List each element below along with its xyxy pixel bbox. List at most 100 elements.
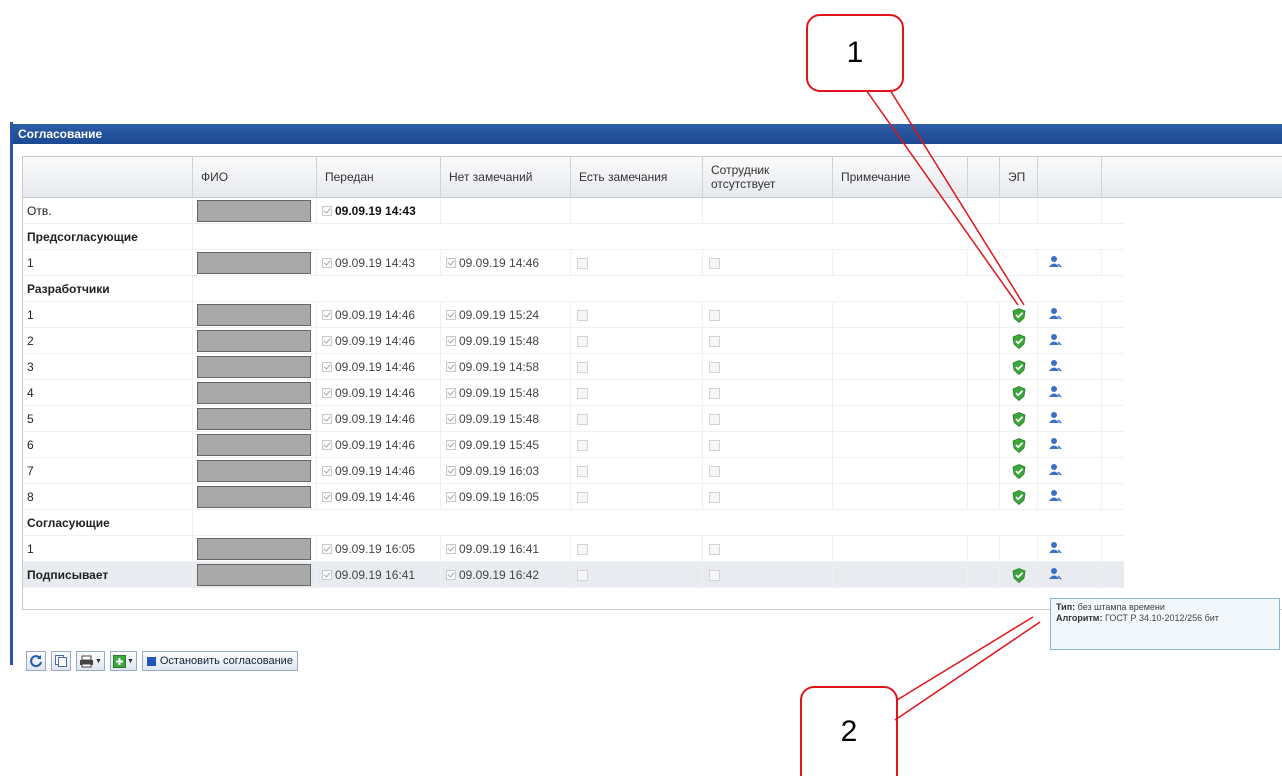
user-icon[interactable]	[1048, 385, 1062, 401]
signature-shield-icon[interactable]	[1012, 307, 1026, 323]
has-remarks-checkbox[interactable]	[577, 465, 588, 477]
table-row[interactable]: 6 09.09.19 14:46 09.09.19 15:45	[23, 432, 1124, 458]
absent-checkbox[interactable]	[709, 413, 720, 425]
user-icon[interactable]	[1048, 255, 1062, 271]
no-remarks-value: 09.09.19 16:03	[459, 464, 540, 478]
has-remarks-checkbox[interactable]	[577, 543, 588, 555]
fio-cell	[193, 458, 317, 484]
has-remarks-cell	[571, 458, 703, 484]
refresh-button[interactable]	[26, 651, 46, 671]
fio-redacted	[197, 382, 311, 404]
check-icon	[322, 258, 332, 268]
has-remarks-checkbox[interactable]	[577, 257, 588, 269]
has-remarks-checkbox[interactable]	[577, 387, 588, 399]
table-row[interactable]: Отв. 09.09.19 14:43	[23, 198, 1124, 224]
ep-cell	[1000, 302, 1038, 328]
header-absent[interactable]: Сотрудник отсутствует	[703, 157, 833, 197]
absent-checkbox[interactable]	[709, 309, 720, 321]
user-icon[interactable]	[1048, 489, 1062, 505]
absent-checkbox[interactable]	[709, 335, 720, 347]
check-icon	[446, 414, 456, 424]
table-row[interactable]: Подписывает 09.09.19 16:41 09.09.19 16:42	[23, 562, 1124, 588]
has-remarks-checkbox[interactable]	[577, 491, 588, 503]
fio-cell	[193, 328, 317, 354]
sent-cell: 09.09.19 14:43	[317, 250, 441, 276]
user-icon[interactable]	[1048, 307, 1062, 323]
absent-cell	[703, 302, 833, 328]
header-note[interactable]: Примечание	[833, 157, 968, 197]
header-sent[interactable]: Передан	[317, 157, 441, 197]
signature-shield-icon[interactable]	[1012, 489, 1026, 505]
user-icon[interactable]	[1048, 437, 1062, 453]
table-row[interactable]: 1 09.09.19 14:46 09.09.19 15:24	[23, 302, 1124, 328]
check-icon	[322, 544, 332, 554]
has-remarks-checkbox[interactable]	[577, 309, 588, 321]
check-icon	[322, 440, 332, 450]
signature-shield-icon[interactable]	[1012, 411, 1026, 427]
absent-checkbox[interactable]	[709, 491, 720, 503]
has-remarks-cell	[571, 198, 703, 224]
sent-value: 09.09.19 14:43	[335, 204, 416, 218]
user-icon[interactable]	[1048, 411, 1062, 427]
absent-checkbox[interactable]	[709, 569, 720, 581]
has-remarks-cell	[571, 484, 703, 510]
table-row[interactable]: 1 09.09.19 14:43 09.09.19 14:46	[23, 250, 1124, 276]
row-label: Подписывает	[23, 562, 193, 588]
table-row[interactable]: 4 09.09.19 14:46 09.09.19 15:48	[23, 380, 1124, 406]
signature-shield-icon[interactable]	[1012, 359, 1026, 375]
note-cell	[833, 406, 968, 432]
has-remarks-cell	[571, 432, 703, 458]
no-remarks-value: 09.09.19 15:48	[459, 386, 540, 400]
absent-checkbox[interactable]	[709, 543, 720, 555]
copy-icon	[55, 655, 67, 667]
user-icon[interactable]	[1048, 541, 1062, 557]
has-remarks-checkbox[interactable]	[577, 413, 588, 425]
table-row[interactable]: 5 09.09.19 14:46 09.09.19 15:48	[23, 406, 1124, 432]
chevron-down-icon: ▼	[95, 657, 102, 665]
ep-cell	[1000, 432, 1038, 458]
user-icon[interactable]	[1048, 463, 1062, 479]
stop-approval-label: Остановить согласование	[159, 655, 293, 667]
absent-checkbox[interactable]	[709, 387, 720, 399]
header-ep[interactable]: ЭП	[1000, 157, 1038, 197]
add-dropdown-button[interactable]: ▼	[109, 651, 137, 671]
no-remarks-cell: 09.09.19 16:41	[441, 536, 571, 562]
absent-checkbox[interactable]	[709, 439, 720, 451]
has-remarks-checkbox[interactable]	[577, 361, 588, 373]
no-remarks-cell: 09.09.19 15:24	[441, 302, 571, 328]
has-remarks-checkbox[interactable]	[577, 335, 588, 347]
table-row[interactable]: 3 09.09.19 14:46 09.09.19 14:58	[23, 354, 1124, 380]
header-fio[interactable]: ФИО	[193, 157, 317, 197]
signature-shield-icon[interactable]	[1012, 333, 1026, 349]
absent-checkbox[interactable]	[709, 257, 720, 269]
sent-datetime: 09.09.19 14:46	[317, 412, 415, 426]
signature-shield-icon[interactable]	[1012, 567, 1026, 583]
signature-shield-icon[interactable]	[1012, 463, 1026, 479]
copy-button[interactable]	[51, 651, 71, 671]
has-remarks-checkbox[interactable]	[577, 439, 588, 451]
user-cell	[1038, 562, 1102, 588]
header-has-remarks[interactable]: Есть замечания	[571, 157, 703, 197]
user-icon[interactable]	[1048, 359, 1062, 375]
has-remarks-checkbox[interactable]	[577, 569, 588, 581]
signature-shield-icon[interactable]	[1012, 385, 1026, 401]
fio-cell	[193, 250, 317, 276]
user-icon[interactable]	[1048, 567, 1062, 583]
absent-checkbox[interactable]	[709, 361, 720, 373]
tooltip-type-value: без штампа времени	[1077, 602, 1165, 612]
spacer-cell	[968, 380, 1000, 406]
print-dropdown-button[interactable]: ▼	[76, 651, 105, 671]
approval-grid: ФИО Передан Нет замечаний Есть замечания…	[22, 156, 1282, 610]
sent-value: 09.09.19 16:41	[335, 568, 416, 582]
stop-approval-button[interactable]: Остановить согласование	[141, 651, 298, 671]
signature-shield-icon[interactable]	[1012, 437, 1026, 453]
spacer-cell	[968, 458, 1000, 484]
table-row[interactable]: 2 09.09.19 14:46 09.09.19 15:48	[23, 328, 1124, 354]
sent-value: 09.09.19 14:46	[335, 438, 416, 452]
header-no-remarks[interactable]: Нет замечаний	[441, 157, 571, 197]
table-row[interactable]: 7 09.09.19 14:46 09.09.19 16:03	[23, 458, 1124, 484]
absent-checkbox[interactable]	[709, 465, 720, 477]
table-row[interactable]: 8 09.09.19 14:46 09.09.19 16:05	[23, 484, 1124, 510]
user-icon[interactable]	[1048, 333, 1062, 349]
table-row[interactable]: 1 09.09.19 16:05 09.09.19 16:41	[23, 536, 1124, 562]
